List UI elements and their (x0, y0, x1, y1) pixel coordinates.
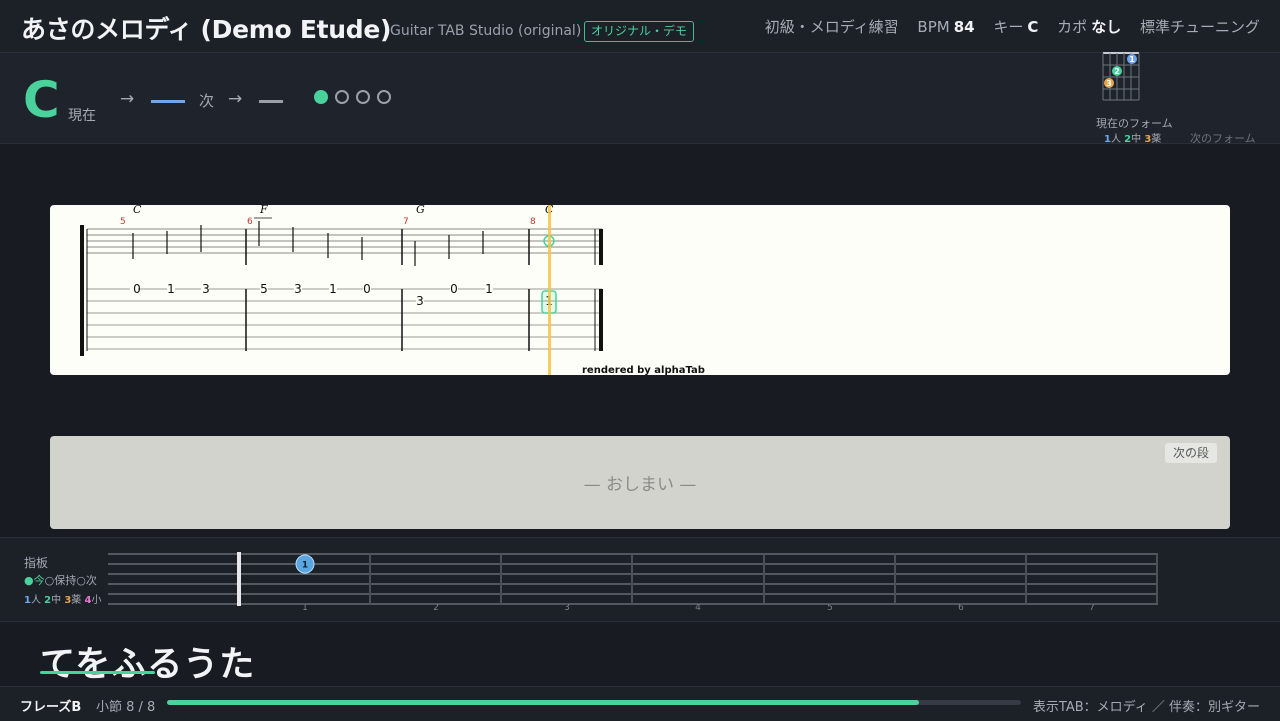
legend-now: ●今 (24, 574, 45, 587)
tab-sheet[interactable]: C F G C 5 6 7 8 (50, 203, 1230, 375)
tab-note: 3 (294, 282, 302, 296)
bar-lines (80, 225, 603, 356)
fret-number: 4 (695, 603, 701, 613)
chord-diagram: 1 2 3 (1102, 52, 1140, 101)
fretboard-nut (237, 552, 241, 606)
level-label: 初級・メロディ練習 (764, 18, 899, 36)
measure-number: 6 (247, 217, 253, 227)
legend-hold: ○保持 (44, 574, 77, 587)
app-name: Guitar TAB Studio (original) (390, 23, 582, 39)
current-chord-label: 現在 (68, 108, 96, 124)
renderer-credit: rendered by alphaTab (582, 365, 705, 376)
key-info: キー C (993, 18, 1038, 36)
beat-indicator-active (314, 90, 328, 104)
chord-symbol: C (133, 205, 142, 216)
tab-note: 0 (133, 282, 141, 296)
current-form-label: 現在のフォーム (1096, 117, 1173, 130)
fret-number: 5 (827, 603, 833, 613)
tuning-label: 標準チューニング (1139, 18, 1260, 36)
legend-num: 1 (1104, 134, 1111, 145)
tab-note: 3 (416, 294, 424, 308)
next-chord-label: 次 (199, 92, 215, 110)
phrase-label: フレーズB (20, 700, 82, 715)
tab-note: 5 (260, 282, 268, 296)
fret-number: 7 (1089, 603, 1095, 613)
fret-number: 6 (958, 603, 964, 613)
fretboard-finger-legend: 1人 2中 3薬 4小 (24, 591, 101, 606)
note-stems (132, 217, 484, 266)
tab-note: 3 (202, 282, 210, 296)
end-message: — おしまい — (583, 475, 697, 495)
fret-number: 2 (433, 603, 439, 613)
beat-indicator (356, 90, 370, 104)
beat-indicator (377, 90, 391, 104)
measure-number: 8 (530, 217, 536, 227)
key-label: キー (993, 18, 1024, 36)
tab-notation: C F G C 5 6 7 8 (80, 203, 603, 375)
capo-value: なし (1091, 18, 1122, 36)
fretboard[interactable]: 1 2 3 4 5 6 7 1 (100, 545, 1170, 615)
next-form-label: 次のフォーム (1190, 132, 1256, 145)
bpm-info: BPM 84 (917, 18, 974, 36)
upcoming-chord-placeholder (151, 100, 185, 103)
fret-number: 1 (302, 603, 308, 613)
tab-note: 0 (450, 282, 458, 296)
song-info: 初級・メロディ練習 BPM 84 キー C カポ なし 標準チューニング (751, 16, 1260, 37)
measure-number: 5 (120, 217, 126, 227)
legend-name: 薬 (1151, 134, 1162, 145)
tab-staff (87, 288, 602, 350)
finger-number: 1 (1129, 55, 1135, 64)
key-value: C (1027, 18, 1039, 36)
song-title: あさのメロディ (Demo Etude) (21, 15, 392, 44)
chord-bar (0, 53, 1280, 144)
original-demo-badge: オリジナル・デモ (584, 21, 695, 42)
tab-note: 0 (363, 282, 371, 296)
display-info: 表示TAB：メロディ ／ 伴奏：別ギター (1032, 700, 1260, 715)
finger-number: 2 (1114, 67, 1120, 76)
measure-number: 7 (403, 217, 409, 227)
lyric-progress-underline (40, 671, 155, 674)
chord-symbol: G (416, 205, 425, 216)
beat-indicator (335, 90, 349, 104)
legend-name: 薬 (71, 595, 82, 606)
current-chord: C (23, 71, 60, 129)
legend-name: 中 (51, 595, 62, 606)
bpm-value: 84 (953, 18, 975, 36)
capo-info: カポ なし (1057, 18, 1121, 36)
legend-name: 人 (1110, 134, 1121, 145)
active-finger-number: 1 (302, 561, 308, 571)
progress-bar-fill (167, 700, 919, 705)
chord-symbol: F (259, 205, 268, 216)
arrow-right-icon: → (120, 89, 135, 109)
fretboard-legend: ●今○保持○次 (24, 572, 97, 588)
bpm-label: BPM (917, 18, 950, 36)
measure-counter: 小節 8 / 8 (96, 700, 156, 715)
following-chord-placeholder (259, 100, 283, 103)
fret-number: 3 (564, 603, 570, 613)
next-section-button[interactable]: 次の段 (1165, 443, 1218, 463)
tab-note: 1 (485, 282, 493, 296)
fretboard-title: 指板 (24, 556, 49, 570)
tab-note: 1 (329, 282, 337, 296)
finger-number: 3 (1106, 79, 1112, 88)
legend-name: 人 (30, 595, 41, 606)
legend-num: 1 (24, 595, 31, 606)
finger-legend: 1人 2中 3薬 (1104, 130, 1161, 145)
arrow-right-icon: → (228, 89, 243, 109)
legend-next: ○次 (76, 574, 97, 587)
playback-cursor[interactable] (548, 205, 551, 375)
notation-staff (87, 228, 602, 254)
lyric-line: てをふるうた (40, 645, 256, 685)
legend-name: 中 (1131, 134, 1142, 145)
capo-label: カポ (1057, 18, 1088, 36)
tab-note: 1 (167, 282, 175, 296)
